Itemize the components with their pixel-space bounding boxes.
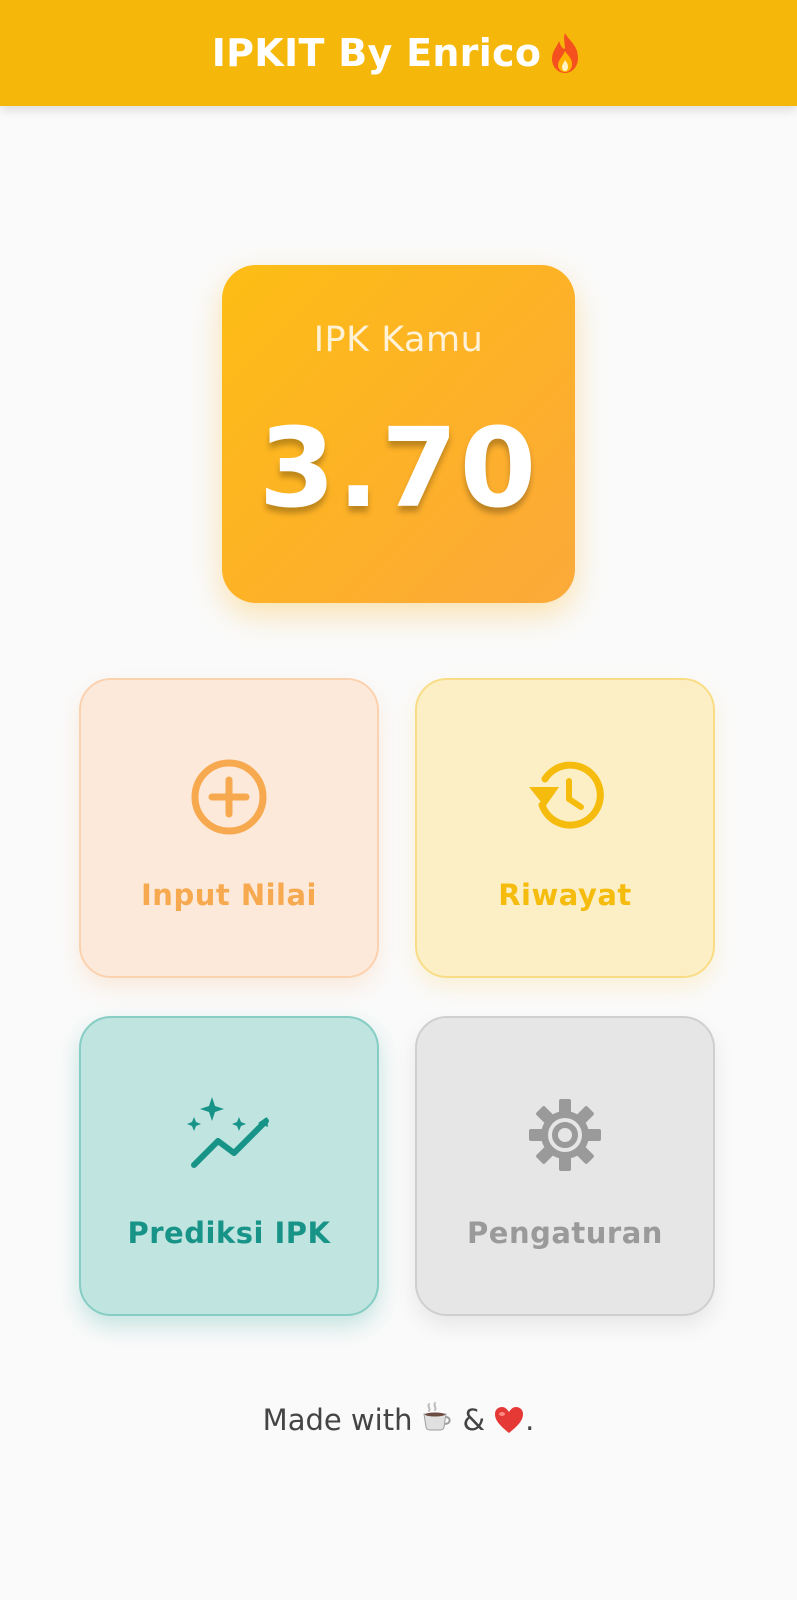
pengaturan-button[interactable]: Pengaturan <box>415 1016 715 1316</box>
footer-period: . <box>525 1402 535 1437</box>
trending-sparkle-icon <box>81 1092 377 1178</box>
ipk-summary-card: IPK Kamu 3.70 <box>222 265 575 603</box>
footer: Made with & . <box>0 1400 797 1439</box>
prediksi-ipk-label: Prediksi IPK <box>127 1216 331 1250</box>
fire-icon <box>545 31 585 75</box>
app-bar: IPKIT By Enrico <box>0 0 797 106</box>
app-title: IPKIT By Enrico <box>212 31 586 75</box>
ipk-label: IPK Kamu <box>313 320 484 360</box>
heart-icon: . <box>493 1403 534 1437</box>
add-circle-icon <box>81 754 377 840</box>
history-icon <box>417 754 713 840</box>
prediksi-ipk-button[interactable]: Prediksi IPK <box>79 1016 379 1316</box>
app-title-text: IPKIT By Enrico <box>211 31 542 75</box>
ipk-value: 3.70 <box>258 404 539 532</box>
riwayat-button[interactable]: Riwayat <box>415 678 715 978</box>
riwayat-label: Riwayat <box>498 878 632 912</box>
gear-icon <box>417 1092 713 1178</box>
input-nilai-button[interactable]: Input Nilai <box>79 678 379 978</box>
input-nilai-label: Input Nilai <box>141 878 317 912</box>
footer-ampersand: & <box>462 1402 486 1437</box>
footer-text: Made with <box>262 1402 413 1437</box>
pengaturan-label: Pengaturan <box>467 1216 663 1250</box>
coffee-icon <box>420 1400 454 1439</box>
